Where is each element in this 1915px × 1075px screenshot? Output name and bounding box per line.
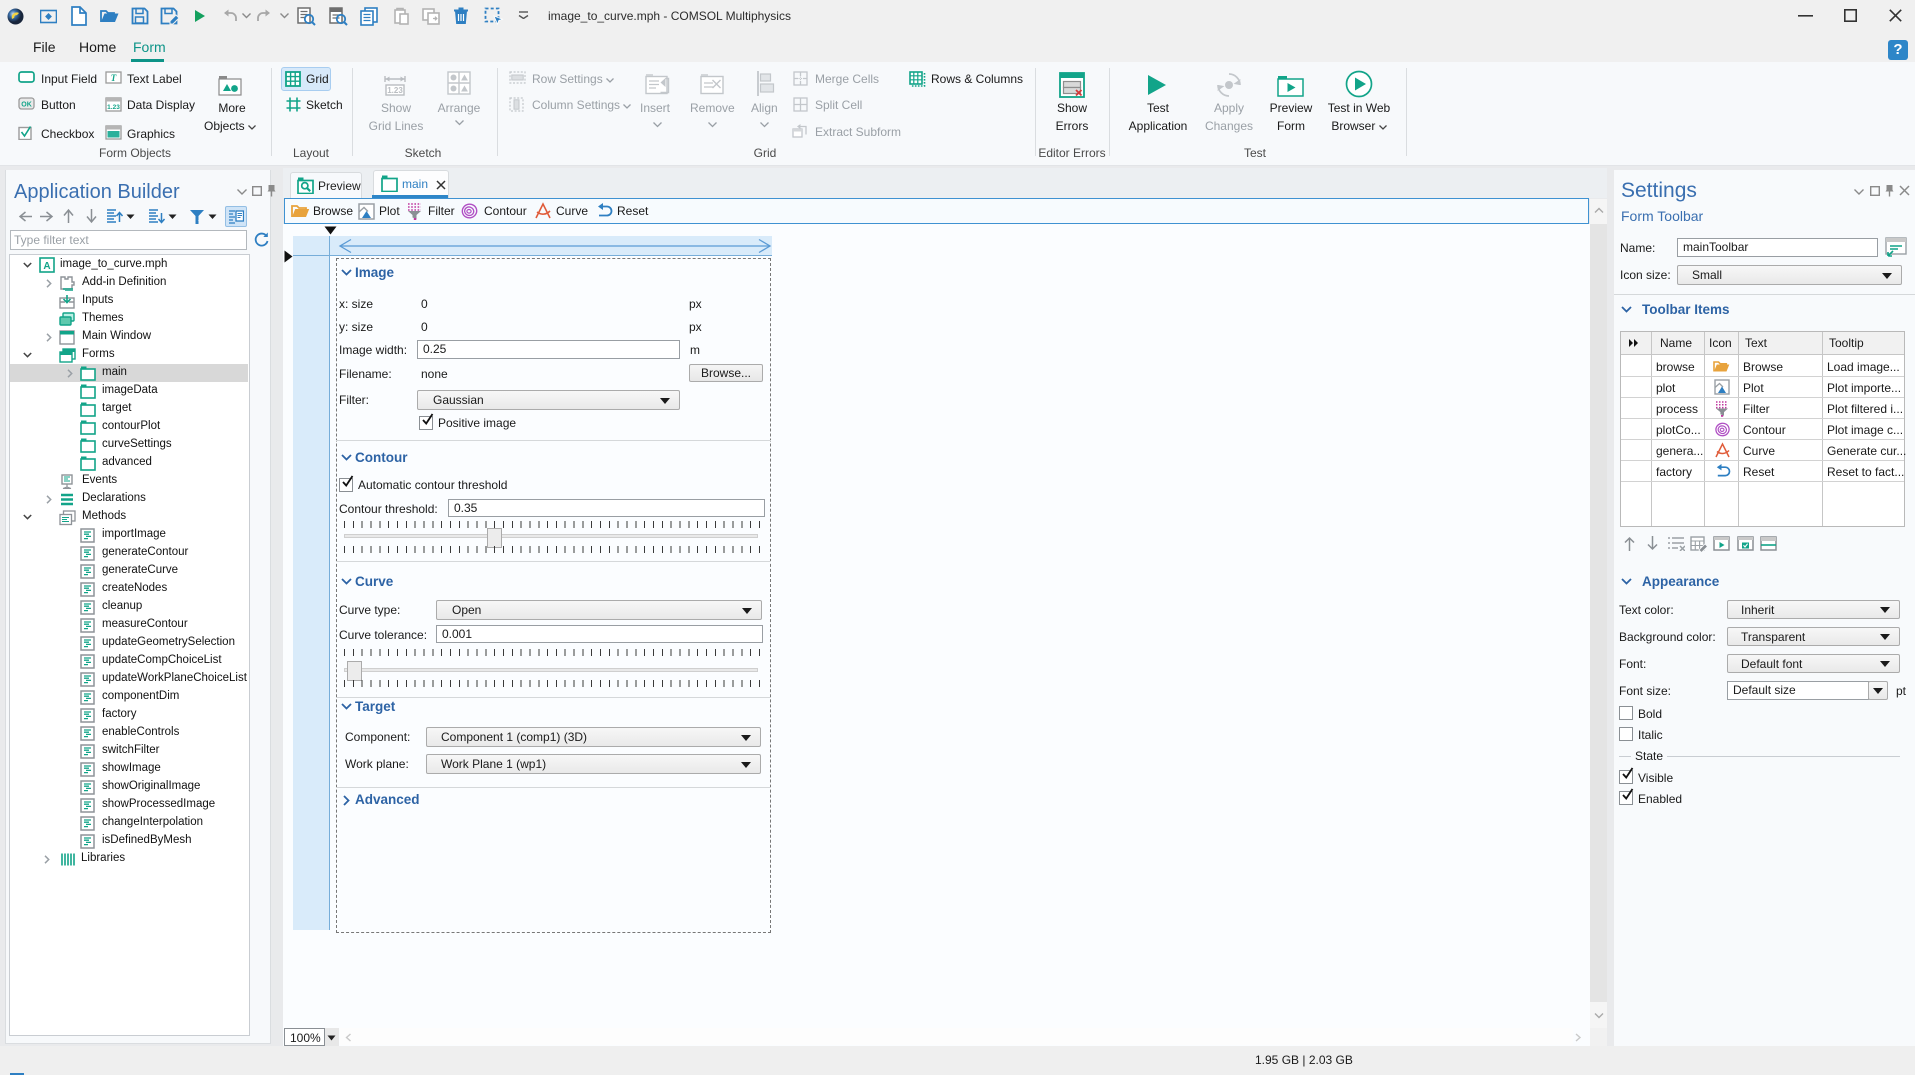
svg-text:T: T	[111, 73, 117, 83]
svg-text:1.23: 1.23	[107, 104, 120, 111]
svg-text:OK: OK	[21, 102, 32, 109]
svg-text:A: A	[43, 261, 50, 272]
svg-text:1.23: 1.23	[387, 86, 403, 95]
